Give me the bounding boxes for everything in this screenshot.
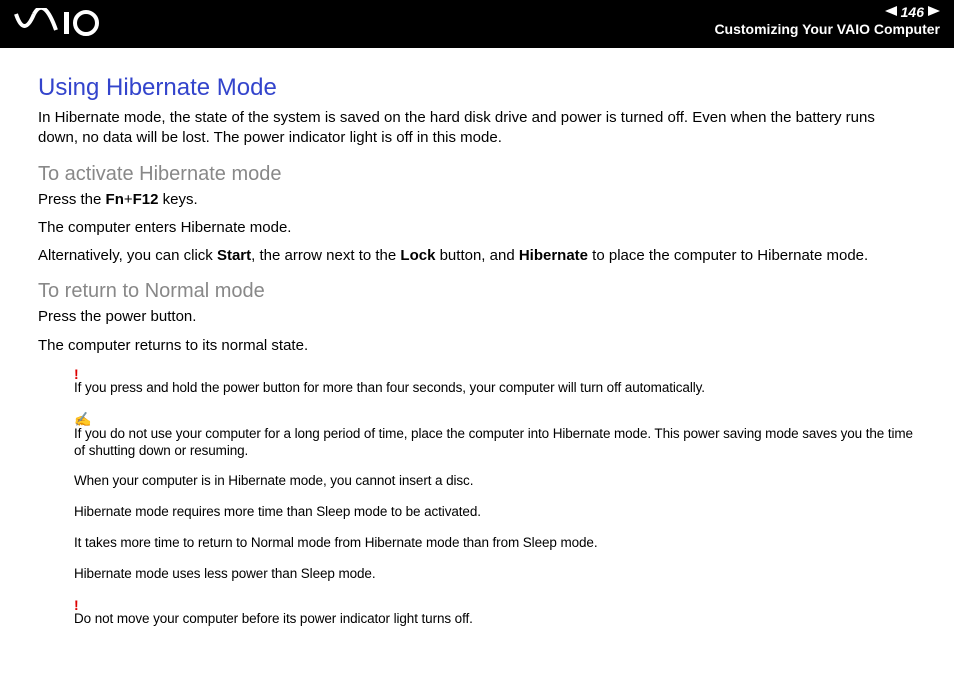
key-fn: Fn — [106, 191, 124, 208]
subheading-return: To return to Normal mode — [38, 280, 916, 303]
subheading-activate: To activate Hibernate mode — [38, 163, 916, 186]
tip-note-5: Hibernate mode uses less power than Slee… — [74, 566, 916, 583]
bold-start: Start — [217, 247, 251, 264]
text: Press the — [38, 191, 106, 208]
text: keys. — [158, 191, 197, 208]
notes-block: ! If you press and hold the power button… — [74, 366, 916, 628]
prev-page-arrow[interactable] — [885, 5, 897, 19]
page-number: 146 — [901, 4, 924, 20]
header-right: 146 Customizing Your VAIO Computer — [714, 4, 940, 37]
tip-note-1: If you do not use your computer for a lo… — [74, 426, 916, 460]
tip-note-4: It takes more time to return to Normal m… — [74, 535, 916, 552]
bold-hibernate: Hibernate — [519, 247, 588, 264]
tip-note-3: Hibernate mode requires more time than S… — [74, 504, 916, 521]
page-title: Using Hibernate Mode — [38, 74, 916, 102]
return-line2: The computer returns to its normal state… — [38, 336, 916, 356]
section-name: Customizing Your VAIO Computer — [714, 21, 940, 37]
next-page-arrow[interactable] — [928, 5, 940, 19]
key-f12: F12 — [133, 191, 159, 208]
warning-note-2: Do not move your computer before its pow… — [74, 611, 916, 628]
page-header: 146 Customizing Your VAIO Computer — [0, 0, 954, 48]
activate-line3: Alternatively, you can click Start, the … — [38, 246, 916, 266]
text: Alternatively, you can click — [38, 247, 217, 264]
tip-note-2: When your computer is in Hibernate mode,… — [74, 473, 916, 490]
text: + — [124, 191, 133, 208]
bold-lock: Lock — [400, 247, 435, 264]
vaio-logo — [14, 8, 124, 43]
page-content: Using Hibernate Mode In Hibernate mode, … — [0, 48, 954, 662]
activate-line1: Press the Fn+F12 keys. — [38, 190, 916, 210]
page-nav: 146 — [714, 4, 940, 20]
text: button, and — [435, 247, 518, 264]
return-line1: Press the power button. — [38, 307, 916, 327]
activate-line2: The computer enters Hibernate mode. — [38, 218, 916, 238]
text: to place the computer to Hibernate mode. — [588, 247, 868, 264]
warning-note-1: If you press and hold the power button f… — [74, 380, 916, 397]
intro-paragraph: In Hibernate mode, the state of the syst… — [38, 108, 916, 149]
text: , the arrow next to the — [251, 247, 400, 264]
